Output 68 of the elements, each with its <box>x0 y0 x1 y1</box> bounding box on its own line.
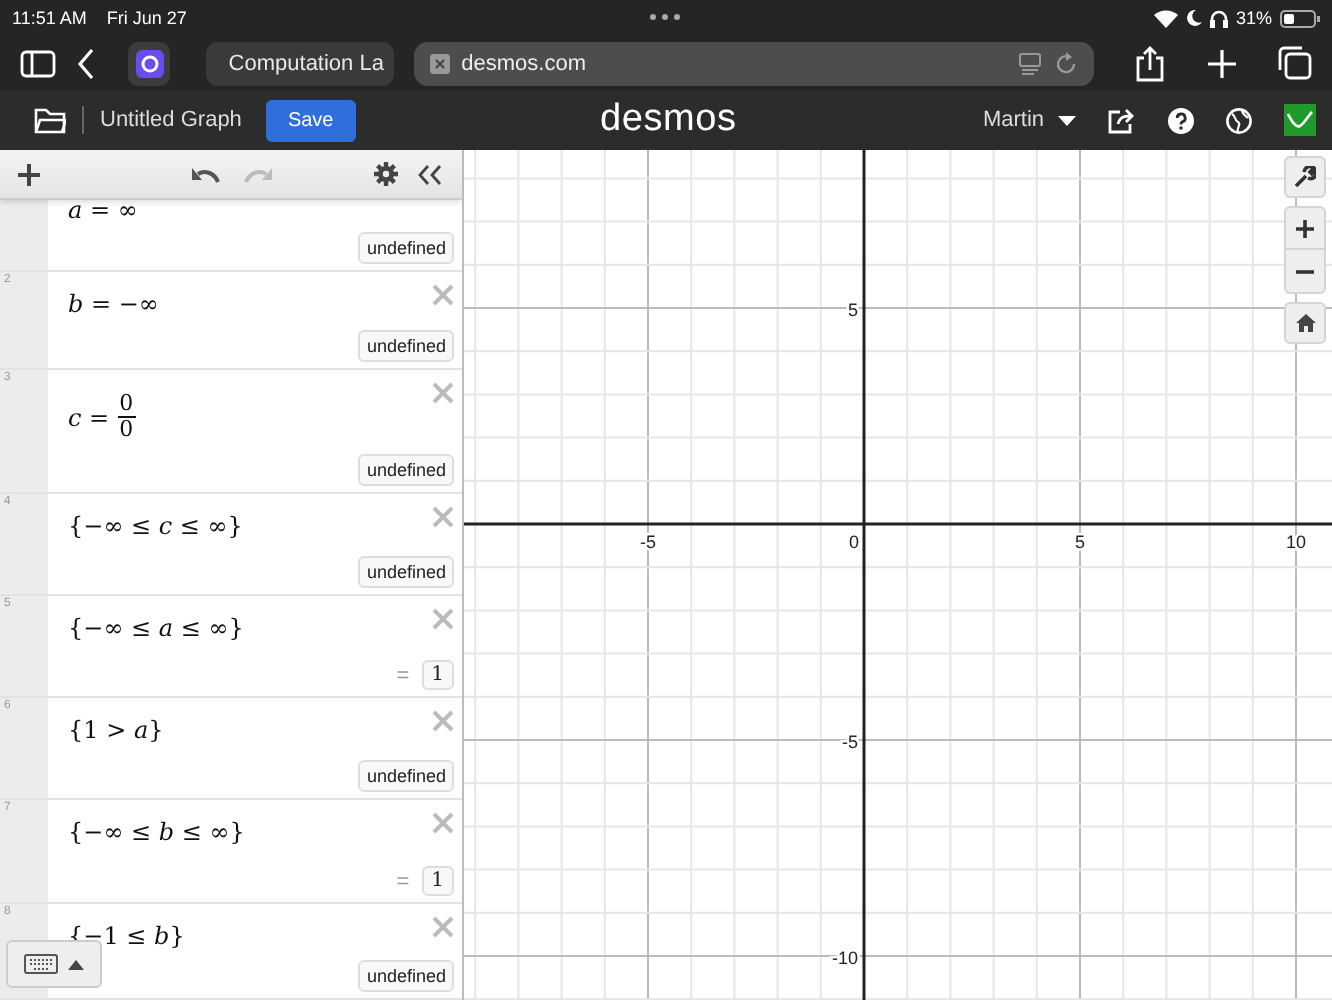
result-value: undefined <box>358 454 454 486</box>
moon-icon <box>1185 10 1202 26</box>
undo-icon[interactable] <box>192 165 220 183</box>
math-expression[interactable]: {−∞ ≤ c ≤ ∞} <box>68 512 243 540</box>
extension-icon <box>135 49 164 77</box>
reload-icon[interactable] <box>1053 51 1078 75</box>
extension-button[interactable] <box>128 41 171 85</box>
axis-label: 5 <box>847 300 858 320</box>
status-date: Fri Jun 27 <box>106 8 187 28</box>
zoom-in-button[interactable] <box>1284 206 1326 250</box>
settings-icon[interactable] <box>374 162 398 186</box>
axis-label: -5 <box>640 532 656 552</box>
result-value: undefined <box>358 960 454 992</box>
result-value: undefined <box>358 556 454 588</box>
folder-icon[interactable] <box>34 107 66 133</box>
axis-label: 5 <box>1075 532 1085 552</box>
minus-icon <box>1296 269 1314 273</box>
axis-label: -10 <box>831 948 858 968</box>
desmos-logo: desmos <box>600 98 737 142</box>
caret-icon <box>68 959 84 969</box>
status-time: 11:51 AM <box>12 8 87 28</box>
equals-sign: = <box>396 663 410 687</box>
home-icon <box>1295 314 1315 332</box>
save-button[interactable]: Save <box>265 99 356 141</box>
wifi-icon <box>1153 9 1178 27</box>
reader-icon[interactable] <box>1017 51 1042 75</box>
collapse-icon[interactable] <box>418 163 442 185</box>
share-icon[interactable] <box>1133 45 1166 81</box>
tabs-icon[interactable] <box>1277 46 1312 80</box>
math-expression[interactable]: a = ∞ <box>68 196 138 224</box>
math-expression[interactable]: {−∞ ≤ a ≤ ∞} <box>68 614 244 642</box>
math-expression[interactable]: b = −∞ <box>68 290 159 318</box>
browser-tab[interactable]: Computation La <box>206 41 394 85</box>
sidebar-icon[interactable] <box>20 49 56 77</box>
keyboard-icon <box>24 954 58 974</box>
help-icon[interactable] <box>1168 107 1194 133</box>
zoom-out-button[interactable] <box>1284 250 1326 294</box>
battery-percent: 31% <box>1235 8 1272 28</box>
result-value: 1 <box>421 660 454 690</box>
result-value: undefined <box>358 760 454 792</box>
more-dots-icon[interactable] <box>650 14 680 20</box>
settings-button[interactable] <box>1284 156 1326 198</box>
add-icon[interactable] <box>18 163 40 185</box>
result-value: undefined <box>358 330 454 362</box>
avatar-icon[interactable] <box>1284 104 1316 136</box>
plus-icon[interactable] <box>1205 47 1238 79</box>
axis-label: 10 <box>1286 532 1306 552</box>
result-value: 1 <box>421 866 454 896</box>
math-expression[interactable]: {1 > a} <box>68 716 164 744</box>
math-expression[interactable]: {−∞ ≤ b ≤ ∞} <box>68 818 245 846</box>
user-menu[interactable]: Martin <box>982 108 1044 132</box>
battery-icon <box>1280 9 1320 27</box>
result-value: undefined <box>358 232 454 264</box>
graph-title[interactable]: Untitled Graph <box>100 108 242 132</box>
address-bar[interactable]: desmos.com <box>413 41 1094 85</box>
axis-label: 0 <box>849 532 859 552</box>
wrench-icon <box>1294 166 1316 188</box>
headphones-icon <box>1209 9 1228 27</box>
home-button[interactable] <box>1284 302 1326 344</box>
keyboard-button[interactable] <box>6 940 102 988</box>
plus-icon <box>1296 219 1314 237</box>
equals-sign: = <box>396 869 410 893</box>
caret-icon[interactable] <box>1058 115 1076 125</box>
globe-icon[interactable] <box>1226 107 1252 133</box>
export-icon[interactable] <box>1108 107 1136 133</box>
back-icon[interactable] <box>76 47 96 79</box>
axis-label: -5 <box>841 732 858 752</box>
close-icon[interactable] <box>429 53 450 73</box>
